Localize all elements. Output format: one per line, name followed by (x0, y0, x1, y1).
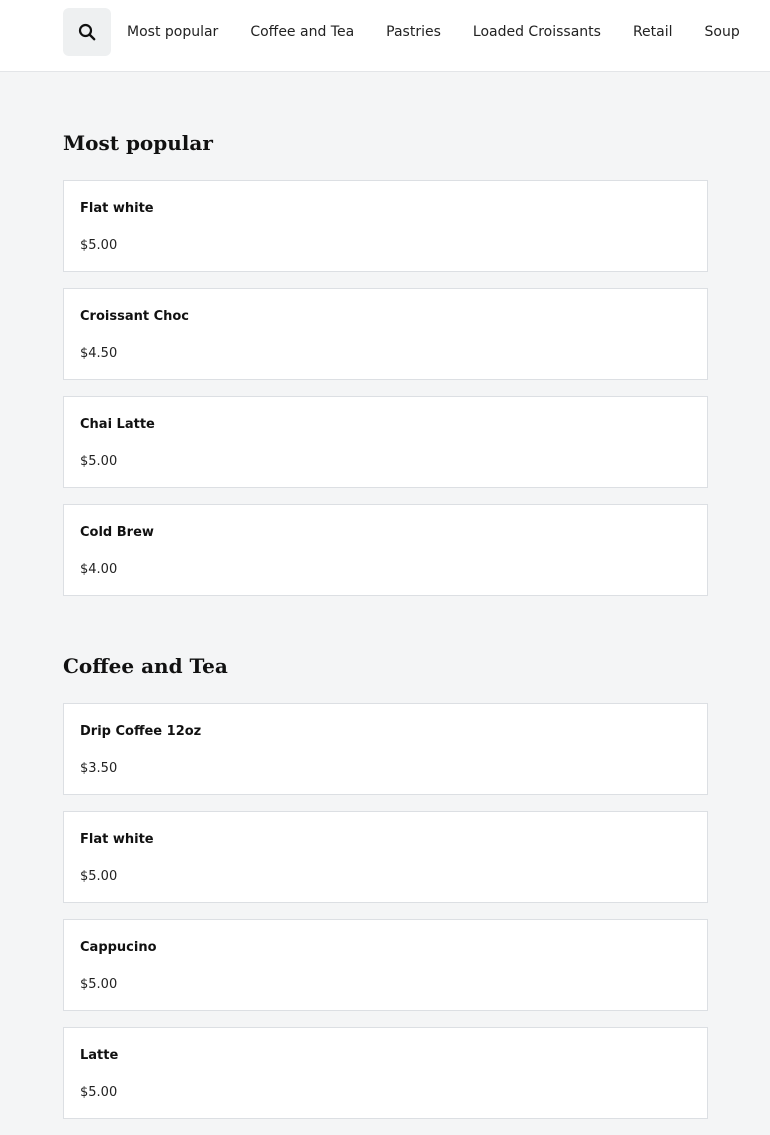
menu-item-card[interactable]: Chai Latte $5.00 (63, 396, 708, 488)
menu-item-price: $5.00 (80, 869, 118, 884)
menu-section-coffee-and-tea: Coffee and Tea Drip Coffee 12oz $3.50 Fl… (63, 612, 708, 1119)
section-title: Coffee and Tea (63, 654, 228, 678)
menu-item-name: Cappucino (80, 940, 157, 955)
menu-item-name: Flat white (80, 201, 154, 216)
menu-item-name: Croissant Choc (80, 309, 190, 324)
category-nav: Most popular Coffee and Tea Pastries Loa… (127, 0, 770, 64)
menu-item-card[interactable]: Drip Coffee 12oz $3.50 (63, 703, 708, 795)
menu-item-card[interactable]: Cappucino $5.00 (63, 919, 708, 1011)
menu-item-card[interactable]: Latte $5.00 (63, 1027, 708, 1119)
menu-item-price: $5.00 (80, 454, 118, 469)
nav-item-retail[interactable]: Retail (633, 24, 673, 40)
search-icon (78, 23, 96, 41)
menu-item-price: $5.00 (80, 977, 118, 992)
menu-item-price: $3.50 (80, 761, 118, 776)
menu-item-name: Drip Coffee 12oz (80, 724, 202, 739)
menu-content: Most popular Flat white $5.00 Croissant … (63, 72, 708, 1135)
menu-item-price: $4.00 (80, 562, 118, 577)
menu-item-name: Chai Latte (80, 417, 155, 432)
menu-item-name: Latte (80, 1048, 119, 1063)
menu-item-price: $5.00 (80, 1085, 118, 1100)
menu-item-card[interactable]: Croissant Choc $4.50 (63, 288, 708, 380)
menu-item-card[interactable]: Flat white $5.00 (63, 180, 708, 272)
menu-section-most-popular: Most popular Flat white $5.00 Croissant … (63, 72, 708, 596)
menu-item-card[interactable]: Flat white $5.00 (63, 811, 708, 903)
nav-item-soup[interactable]: Soup (705, 24, 740, 40)
top-nav-bar: Most popular Coffee and Tea Pastries Loa… (0, 0, 770, 72)
nav-item-most-popular[interactable]: Most popular (127, 24, 218, 40)
menu-item-card[interactable]: Cold Brew $4.00 (63, 504, 708, 596)
menu-item-price: $5.00 (80, 238, 118, 253)
menu-item-price: $4.50 (80, 346, 118, 361)
nav-item-loaded-croissants[interactable]: Loaded Croissants (473, 24, 601, 40)
menu-item-name: Cold Brew (80, 525, 154, 540)
nav-item-coffee-and-tea[interactable]: Coffee and Tea (250, 24, 354, 40)
menu-item-name: Flat white (80, 832, 154, 847)
section-title: Most popular (63, 131, 213, 155)
search-button[interactable] (63, 8, 111, 56)
nav-item-pastries[interactable]: Pastries (386, 24, 441, 40)
